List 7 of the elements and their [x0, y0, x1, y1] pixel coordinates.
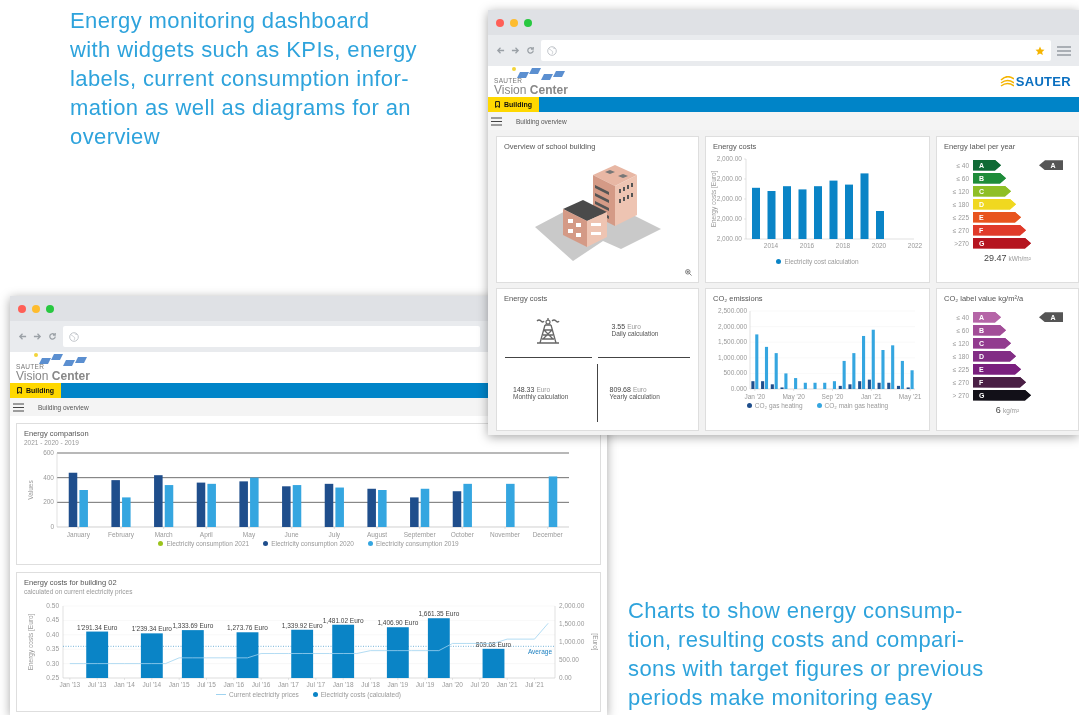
rating-value: 29.47	[984, 252, 1007, 263]
caption-text: Charts to show energy consump- tion, resulting costs and compari- sons with target figures or previous periods make monitoring easy	[628, 597, 984, 712]
product-name: Vision Center	[494, 84, 568, 96]
caption-text: Energy monitoring dashboard with widgets such as KPIs, energy labels, current consumption infor- mation as well as diagrams for an overview	[70, 7, 418, 151]
rating-value: 6	[995, 404, 1001, 415]
company-logo-text: SAUTER	[1015, 74, 1071, 89]
product-name: Vision Center	[16, 370, 90, 382]
